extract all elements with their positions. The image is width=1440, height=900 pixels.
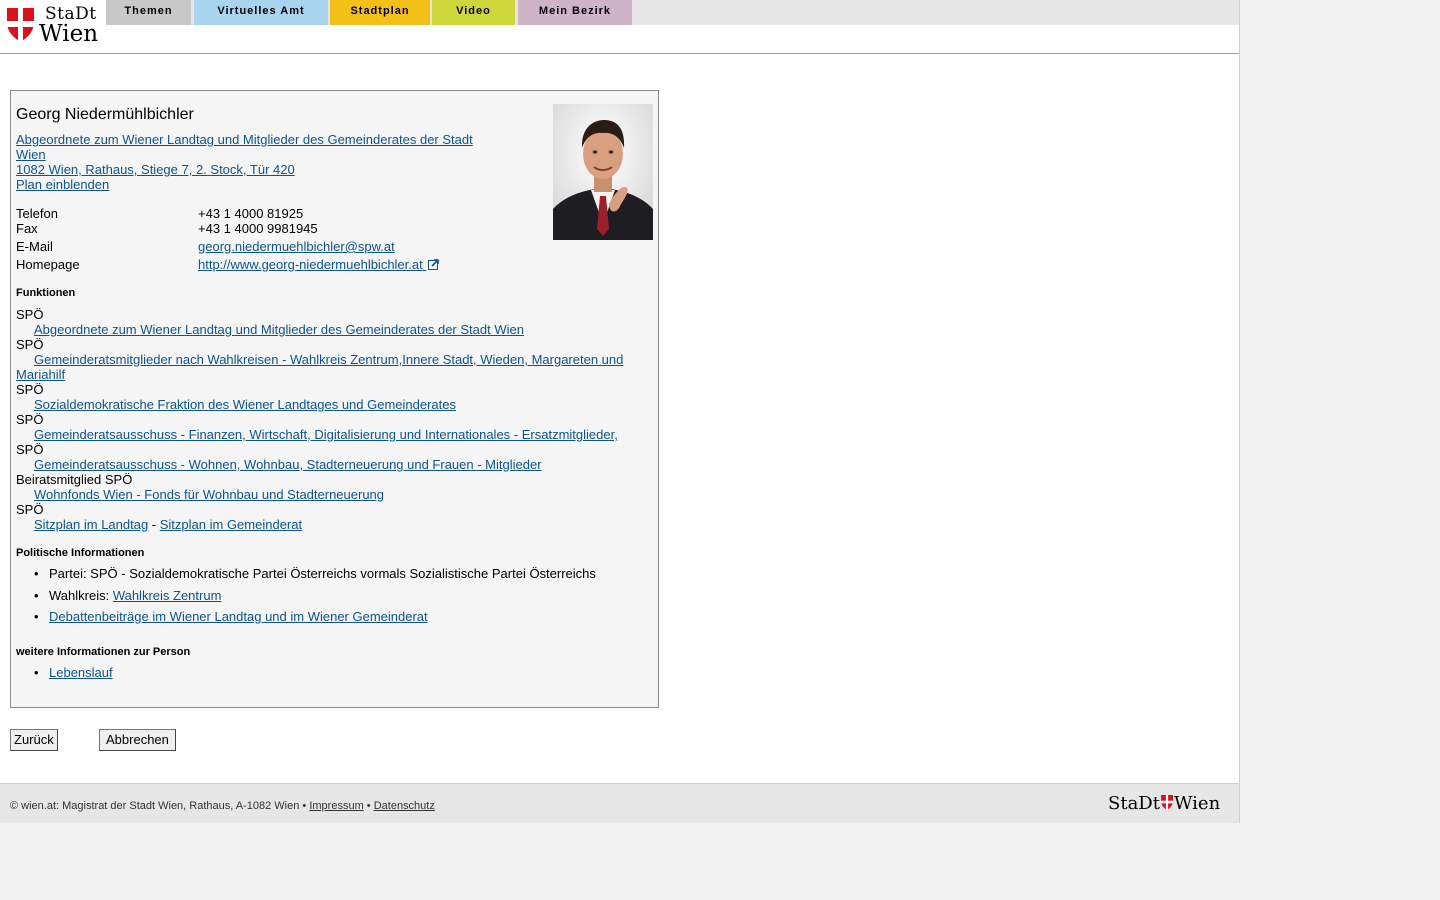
contact-label-telefon: Telefon (16, 206, 58, 221)
datenschutz-link[interactable]: Datenschutz (374, 800, 435, 812)
portrait-image (553, 104, 653, 240)
cancel-button[interactable]: Abbrechen (99, 729, 176, 751)
list-item: Debattenbeiträge im Wiener Landtag und i… (34, 609, 428, 624)
page: StaDt Wien Themen Virtuelles Amt Stadtpl… (0, 0, 1240, 823)
header: StaDt Wien Themen Virtuelles Amt Stadtpl… (0, 0, 1239, 54)
contact-label-homepage: Homepage (16, 257, 80, 272)
lebenslauf-link[interactable]: Lebenslauf (49, 665, 113, 680)
footer-logo-text-stadt: StaDt (1108, 793, 1160, 814)
function-link[interactable]: Abgeordnete zum Wiener Landtag und Mitgl… (34, 322, 524, 337)
person-card: Georg Niedermühlbichler Abgeordnete zum … (10, 90, 659, 708)
function-party: Beiratsmitglied SPÖ (16, 472, 133, 487)
list-item: Wahlkreis: Wahlkreis Zentrum (34, 588, 222, 603)
list-item: Lebenslauf (34, 665, 113, 680)
logo-text-wien: Wien (39, 21, 99, 47)
person-photo (553, 104, 653, 240)
footer-stadt-wien-logo[interactable]: StaDt Wien (1108, 793, 1220, 814)
weitere-heading: weitere Informationen zur Person (16, 646, 191, 658)
list-item: Partei: SPÖ - Sozialdemokratische Partei… (34, 566, 596, 581)
footer-separator: • (363, 800, 374, 812)
address-link[interactable]: 1082 Wien, Rathaus, Stiege 7, 2. Stock, … (16, 162, 295, 177)
function-party: SPÖ (16, 382, 44, 397)
external-link-icon (428, 259, 440, 270)
homepage-link-text: http://www.georg-niedermuehlbichler.at (198, 257, 423, 272)
function-link[interactable]: Gemeinderatsausschuss - Wohnen, Wohnbau,… (34, 457, 542, 472)
wahlkreis-link[interactable]: Wahlkreis Zentrum (113, 588, 222, 603)
function-party: SPÖ (16, 307, 44, 322)
role-link-continued[interactable]: Wien (16, 147, 46, 162)
debatten-link[interactable]: Debattenbeiträge im Wiener Landtag und i… (49, 609, 428, 624)
person-name: Georg Niedermühlbichler (16, 106, 194, 123)
function-link[interactable]: Sozialdemokratische Fraktion des Wiener … (34, 397, 456, 412)
tab-stadtplan[interactable]: Stadtplan (330, 0, 430, 25)
wahlkreis-label: Wahlkreis: (49, 588, 113, 603)
footer-text: © wien.at: Magistrat der Stadt Wien, Rat… (10, 800, 435, 812)
homepage-link[interactable]: http://www.georg-niedermuehlbichler.at (198, 257, 440, 272)
politik-heading: Politische Informationen (16, 547, 145, 559)
function-link[interactable]: Gemeinderatsmitglieder nach Wahlkreisen … (34, 352, 623, 367)
back-button[interactable]: Zurück (10, 729, 58, 751)
sitzplan-row: Sitzplan im Landtag - Sitzplan im Gemein… (34, 517, 302, 532)
stadt-wien-logo[interactable]: StaDt Wien (7, 4, 103, 48)
function-link[interactable]: Gemeinderatsausschuss - Finanzen, Wirtsc… (34, 427, 618, 442)
main-navigation: Themen Virtuelles Amt Stadtplan Video Me… (106, 0, 1239, 25)
partei-text: Partei: SPÖ - Sozialdemokratische Partei… (49, 566, 596, 581)
impressum-link[interactable]: Impressum (309, 800, 363, 812)
function-party: SPÖ (16, 337, 44, 352)
tab-mein-bezirk[interactable]: Mein Bezirk (518, 0, 632, 25)
contact-value-telefon: +43 1 4000 81925 (198, 206, 304, 221)
function-party: SPÖ (16, 412, 44, 427)
contact-value-fax: +43 1 4000 9981945 (198, 221, 318, 236)
function-link-continued[interactable]: Mariahilf (16, 367, 65, 382)
show-plan-link[interactable]: Plan einblenden (16, 177, 109, 192)
function-party: SPÖ (16, 502, 44, 517)
funktionen-heading: Funktionen (16, 287, 76, 299)
email-link[interactable]: georg.niedermuehlbichler@spw.at (198, 239, 395, 254)
function-link[interactable]: Wohnfonds Wien - Fonds für Wohnbau und S… (34, 487, 384, 502)
contact-label-email: E-Mail (16, 239, 53, 254)
function-party: SPÖ (16, 442, 44, 457)
role-link[interactable]: Abgeordnete zum Wiener Landtag und Mitgl… (16, 132, 473, 147)
sitzplan-landtag-link[interactable]: Sitzplan im Landtag (34, 517, 148, 532)
tab-virtuelles-amt[interactable]: Virtuelles Amt (194, 0, 328, 25)
tab-video[interactable]: Video (432, 0, 515, 25)
tab-themen[interactable]: Themen (106, 0, 191, 25)
footer-vienna-shield-icon (1161, 795, 1173, 810)
footer: © wien.at: Magistrat der Stadt Wien, Rat… (0, 783, 1239, 823)
sitzplan-gemeinderat-link[interactable]: Sitzplan im Gemeinderat (160, 517, 302, 532)
sitzplan-separator: - (148, 517, 160, 532)
copyright-text: © wien.at: Magistrat der Stadt Wien, Rat… (10, 800, 310, 812)
footer-logo-text-wien: Wien (1173, 793, 1221, 814)
contact-label-fax: Fax (16, 221, 38, 236)
vienna-shield-icon (7, 8, 34, 42)
